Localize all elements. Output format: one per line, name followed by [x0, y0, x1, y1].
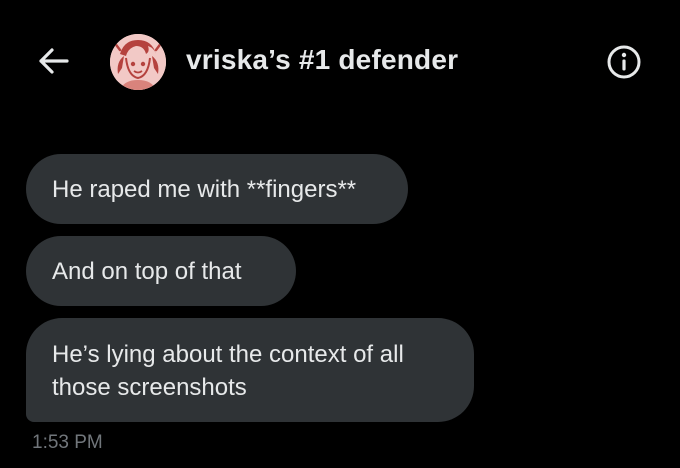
avatar[interactable]: [110, 34, 166, 90]
message-text: He’s lying about the context of all thos…: [52, 341, 404, 401]
cropped-text-fragment: [572, 98, 652, 104]
message-text: He raped me with **fingers**: [52, 175, 357, 203]
conversation-title[interactable]: vriska’s #1 defender: [186, 44, 458, 76]
message-timestamp: 1:53 PM: [32, 432, 103, 453]
avatar-illustration: [110, 34, 166, 90]
arrow-left-icon: [39, 48, 69, 74]
conversation-header: vriska’s #1 defender: [0, 0, 680, 110]
message-bubble[interactable]: And on top of that: [26, 236, 296, 306]
info-icon: [607, 45, 641, 79]
back-button[interactable]: [34, 44, 74, 78]
info-button[interactable]: [605, 43, 643, 81]
message-bubble[interactable]: He raped me with **fingers**: [26, 154, 408, 224]
message-bubble[interactable]: He’s lying about the context of all thos…: [26, 318, 474, 422]
message-text: And on top of that: [52, 257, 242, 285]
